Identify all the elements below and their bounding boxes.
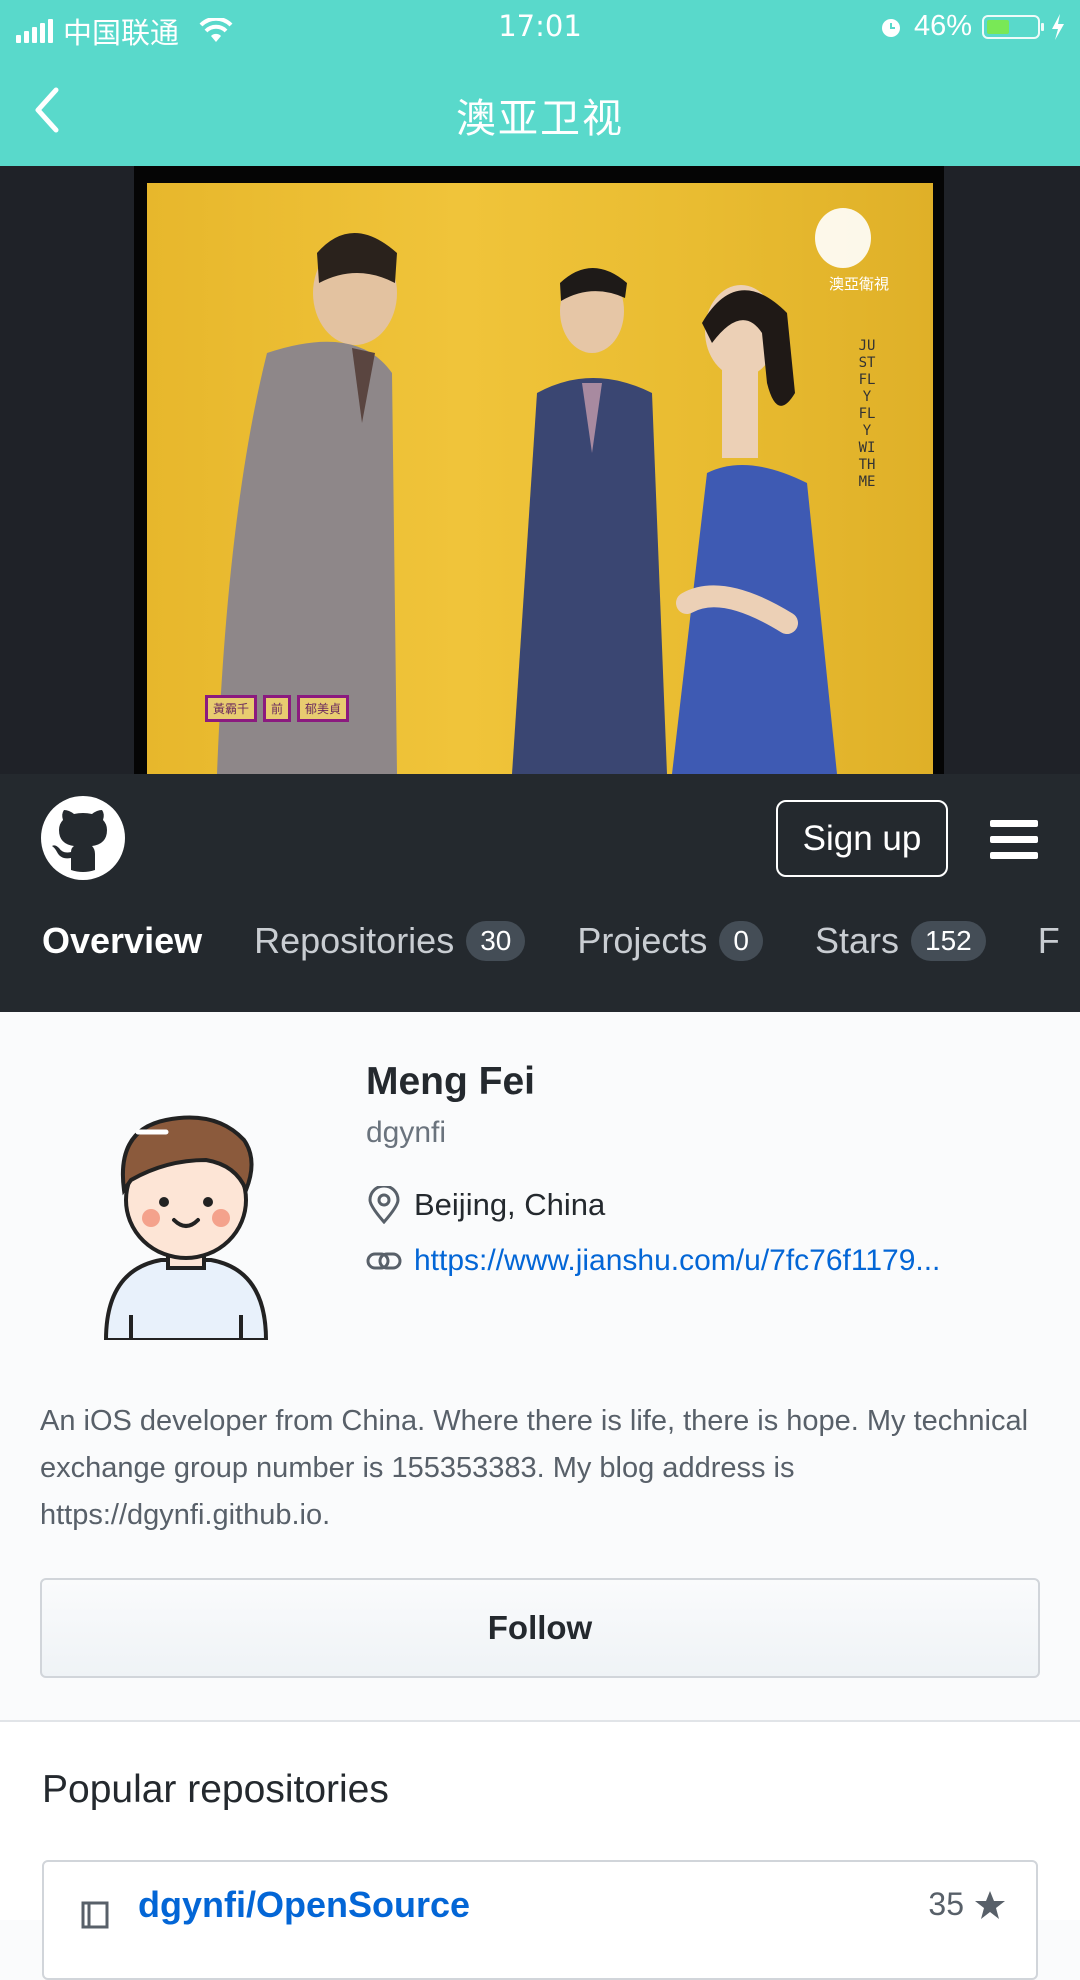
- profile-bio: An iOS developer from China. Where there…: [40, 1405, 1029, 1531]
- tab-count: 30: [466, 921, 526, 961]
- follow-button[interactable]: Follow: [40, 1578, 1040, 1678]
- tab-label: F: [1037, 920, 1060, 961]
- website-link[interactable]: https://www.jianshu.com/u/7fc76f1179...: [414, 1244, 940, 1278]
- video-content[interactable]: 澳亞衛視 JUST FLY FLY WITH ME 黃霸千 前 郁美貞: [147, 183, 933, 774]
- battery-icon: [982, 14, 1044, 39]
- tab-label: Stars: [814, 920, 900, 961]
- tab-count: 152: [911, 921, 986, 961]
- tab-count: 0: [719, 921, 763, 961]
- location-icon: [368, 1186, 400, 1224]
- github-header: Sign up Overview Repositories 30 Project…: [0, 774, 1080, 1012]
- github-logo-icon[interactable]: [41, 796, 125, 880]
- profile-location: Beijing, China: [366, 1186, 605, 1224]
- sign-up-button[interactable]: Sign up: [776, 800, 948, 877]
- tab-label: Overview: [42, 920, 203, 961]
- profile-login: dgynfi: [366, 1116, 447, 1149]
- video-scene-image: [217, 208, 871, 774]
- status-bar: 中国联通 17:01 46%: [0, 0, 1080, 54]
- caption-part: 郁美貞: [297, 695, 350, 722]
- battery-percent: 46%: [913, 10, 972, 42]
- vertical-caption: JUST FLY FLY WITH ME: [858, 338, 876, 490]
- channel-logo: 澳亞衛視: [828, 275, 889, 293]
- tab-stars[interactable]: Stars 152: [815, 920, 986, 962]
- caption-part: 前: [263, 695, 292, 722]
- alarm-icon: [881, 18, 900, 37]
- popular-repos-title: Popular repositories: [42, 1768, 389, 1811]
- video-caption: 黃霸千 前 郁美貞: [205, 695, 350, 722]
- profile-name: Meng Fei: [366, 1060, 536, 1103]
- tab-overview[interactable]: Overview: [42, 920, 202, 962]
- tab-label: Repositories: [254, 920, 455, 961]
- repo-star-count: 35: [928, 1886, 964, 1922]
- star-icon: [975, 1890, 1005, 1919]
- tab-projects[interactable]: Projects 0: [577, 920, 763, 962]
- location-text: Beijing, China: [414, 1187, 606, 1222]
- charging-icon: [1052, 13, 1064, 40]
- avatar: [103, 1115, 269, 1340]
- tab-followers[interactable]: F: [1038, 920, 1060, 962]
- repo-icon: [81, 1901, 109, 1929]
- repo-stars: 35: [928, 1886, 1006, 1923]
- link-icon: [366, 1252, 402, 1270]
- nav-bar: 澳亚卫视: [0, 54, 1080, 166]
- profile-tabs: Overview Repositories 30 Projects 0 Star…: [0, 894, 1080, 1004]
- tab-repositories[interactable]: Repositories 30: [254, 920, 526, 962]
- repo-card[interactable]: dgynfi/OpenSource 35: [42, 1860, 1038, 1980]
- menu-icon[interactable]: [990, 820, 1038, 860]
- profile-website[interactable]: https://www.jianshu.com/u/7fc76f1179...: [366, 1242, 940, 1280]
- caption-part: 黃霸千: [205, 695, 258, 722]
- status-right: 46%: [878, 10, 1066, 43]
- page-title: 澳亚卫视: [456, 96, 624, 142]
- tab-label: Projects: [577, 920, 708, 961]
